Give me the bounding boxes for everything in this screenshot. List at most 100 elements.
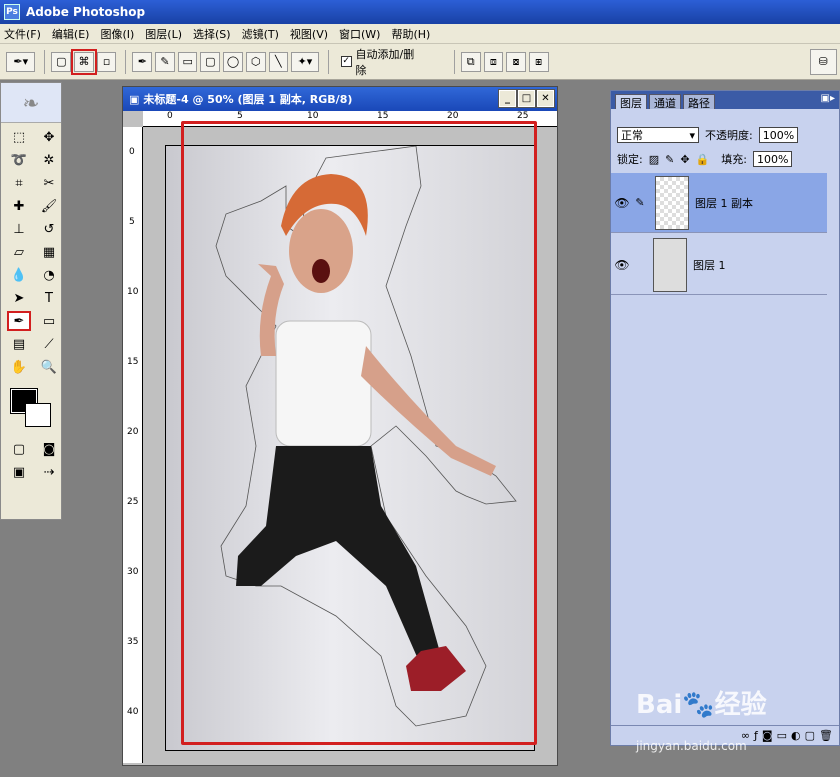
marquee-tool-icon[interactable]: ⬚ (7, 127, 31, 147)
freeform-pen-icon[interactable]: ✎ (155, 51, 175, 72)
layer-row-copy[interactable]: 👁 ✎ 图层 1 副本 (611, 173, 827, 233)
auto-add-delete-checkbox[interactable]: ✓ 自动添加/删除 (340, 46, 424, 78)
trash-icon[interactable]: 🗑 (819, 729, 833, 742)
document-title: 未标题-4 @ 50% (图层 1 副本, RGB/8) (143, 93, 353, 106)
healing-brush-icon[interactable]: ✚ (7, 196, 31, 216)
gradient-tool-icon[interactable]: ▦ (37, 242, 61, 262)
document-titlebar: ▣ 未标题-4 @ 50% (图层 1 副本, RGB/8) _ □ ✕ (123, 87, 557, 111)
menu-edit[interactable]: 编辑(E) (52, 26, 90, 42)
magic-wand-icon[interactable]: ✲ (37, 150, 61, 170)
notes-tool-icon[interactable]: ▤ (7, 334, 31, 354)
pen-preset-icon[interactable]: ✒▾ (6, 51, 36, 72)
layer-name: 图层 1 副本 (695, 196, 753, 210)
zoom-tool-icon[interactable]: 🔍 (37, 357, 61, 377)
layer-thumbnail (653, 237, 687, 292)
line-icon[interactable]: ╲ (268, 51, 289, 72)
type-tool-icon[interactable]: T (37, 288, 61, 308)
divider (44, 49, 46, 74)
ps-icon: Ps (4, 4, 20, 20)
opacity-field[interactable]: 100% (758, 127, 799, 143)
pen-tool-icon[interactable]: ✒ (7, 311, 31, 331)
move-tool-icon[interactable]: ✥ (37, 127, 61, 147)
rectangle-icon[interactable]: ▭ (177, 51, 198, 72)
blur-tool-icon[interactable]: 💧 (7, 265, 31, 285)
app-title: Adobe Photoshop (26, 5, 146, 19)
ruler-tick: 20 (127, 427, 139, 437)
crop-tool-icon[interactable]: ⌗ (7, 173, 31, 193)
tab-layers[interactable]: 图层 (615, 94, 647, 110)
feather-logo-icon: ❧ (1, 83, 61, 123)
ruler-tick: 15 (127, 357, 139, 367)
screen-mode-icon[interactable]: ▣ (7, 462, 31, 482)
lasso-tool-icon[interactable]: ➰ (7, 150, 31, 170)
layer-row-base[interactable]: 👁 图层 1 (611, 235, 827, 295)
menu-window[interactable]: 窗口(W) (339, 26, 380, 42)
blend-mode-select[interactable]: 正常 ▾ (617, 127, 699, 143)
new-layer-icon[interactable]: ▢ (805, 729, 815, 742)
visibility-eye-icon[interactable]: 👁 (611, 196, 633, 210)
checkbox-box[interactable]: ✓ (340, 56, 352, 67)
divider (453, 49, 455, 74)
lock-transparency-icon[interactable]: ▨ (649, 153, 659, 166)
jump-to-imageready-icon[interactable]: ⇢ (37, 462, 61, 482)
minimize-button[interactable]: _ (498, 89, 517, 108)
visibility-eye-icon[interactable]: 👁 (611, 258, 633, 272)
quick-mask-icon[interactable]: ◙ (37, 439, 61, 459)
fill-pixels-icon[interactable]: ▫ (96, 51, 117, 72)
path-exclude-icon[interactable]: ⧆ (528, 51, 549, 72)
adjustment-layer-icon[interactable]: ◐ (791, 729, 801, 742)
eyedropper-icon[interactable]: ⟋ (37, 334, 61, 354)
fill-field[interactable]: 100% (752, 151, 793, 167)
menu-image[interactable]: 图像(I) (100, 26, 134, 42)
ruler-tick: 25 (127, 497, 139, 507)
menu-filter[interactable]: 滤镜(T) (242, 26, 279, 42)
ruler-tick: 15 (377, 111, 389, 121)
lock-all-icon[interactable]: 🔒 (696, 153, 710, 166)
rounded-rectangle-icon[interactable]: ▢ (200, 51, 221, 72)
slice-tool-icon[interactable]: ✂ (37, 173, 61, 193)
toolbox: ❧ ⬚ ✥ ➰ ✲ ⌗ ✂ ✚ 🖌 ⊥ ↺ ▱ ▦ 💧 ◔ ➤ T ✒ ▭ ▤ … (0, 82, 62, 520)
clone-stamp-icon[interactable]: ⊥ (7, 219, 31, 239)
custom-shape-icon[interactable]: ✦▾ (291, 51, 319, 72)
tab-channels[interactable]: 通道 (649, 94, 681, 110)
blend-mode-value: 正常 (621, 129, 643, 142)
rectangle-tool-icon[interactable]: ▭ (37, 311, 61, 331)
watermark-brand-2: 经验 (714, 690, 767, 720)
tab-paths[interactable]: 路径 (683, 94, 715, 110)
lock-position-icon[interactable]: ✥ (680, 153, 689, 166)
ruler-tick: 5 (237, 111, 243, 121)
pen-icon[interactable]: ✒ (132, 51, 153, 72)
path-subtract-icon[interactable]: ⧈ (483, 51, 504, 72)
history-brush-icon[interactable]: ↺ (37, 219, 61, 239)
menu-bar: 文件(F) 编辑(E) 图像(I) 图层(L) 选择(S) 滤镜(T) 视图(V… (0, 24, 840, 44)
hand-tool-icon[interactable]: ✋ (7, 357, 31, 377)
polygon-icon[interactable]: ⬡ (245, 51, 266, 72)
background-color[interactable] (25, 403, 51, 427)
dodge-tool-icon[interactable]: ◔ (37, 265, 61, 285)
menu-file[interactable]: 文件(F) (4, 26, 41, 42)
color-swatches (7, 383, 55, 427)
path-select-icon[interactable]: ➤ (7, 288, 31, 308)
menu-layer[interactable]: 图层(L) (145, 26, 182, 42)
menu-help[interactable]: 帮助(H) (391, 26, 430, 42)
close-button[interactable]: ✕ (536, 89, 555, 108)
eraser-tool-icon[interactable]: ▱ (7, 242, 31, 262)
paths-mode-icon[interactable]: ⌘ (71, 48, 97, 75)
menu-view[interactable]: 视图(V) (290, 26, 328, 42)
lock-image-icon[interactable]: ✎ (665, 153, 674, 166)
path-intersect-icon[interactable]: ⧇ (506, 51, 526, 72)
menu-select[interactable]: 选择(S) (193, 26, 231, 42)
standard-mode-icon[interactable]: ▢ (7, 439, 31, 459)
ruler-tick: 40 (127, 707, 139, 717)
brush-tool-icon[interactable]: 🖌 (37, 196, 61, 216)
panel-menu-icon[interactable]: ▣▸ (821, 93, 835, 104)
ruler-tick: 0 (167, 111, 173, 121)
path-add-icon[interactable]: ⧉ (460, 51, 481, 72)
new-set-icon[interactable]: ▭ (777, 729, 787, 742)
shape-layers-icon[interactable]: ▢ (51, 51, 72, 72)
maximize-button[interactable]: □ (517, 89, 536, 108)
highlight-rectangle (181, 121, 537, 745)
ellipse-icon[interactable]: ◯ (223, 51, 243, 72)
watermark-brand: Bai (636, 690, 683, 720)
palette-well-icon[interactable]: ⛁ (809, 48, 838, 75)
